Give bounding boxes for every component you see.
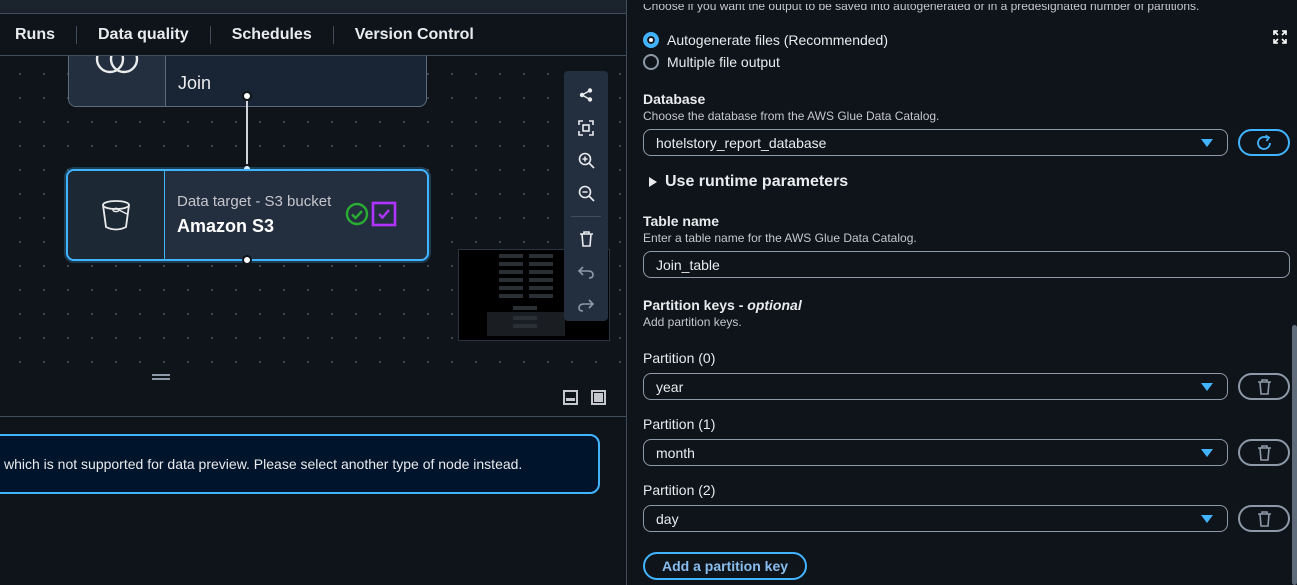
redo-icon xyxy=(578,299,594,312)
edge-connector xyxy=(246,97,248,171)
refresh-icon xyxy=(1257,134,1271,150)
caret-down-icon xyxy=(1201,515,1213,523)
table-name-label: Table name xyxy=(643,213,719,229)
database-description: Choose the database from the AWS Glue Da… xyxy=(643,109,940,123)
s3-bucket-icon xyxy=(102,200,130,231)
fit-view-button[interactable] xyxy=(564,112,608,145)
partition-2-value: day xyxy=(656,510,679,527)
trash-icon xyxy=(1257,510,1271,527)
join-node-title: Join xyxy=(178,73,212,93)
node-properties-pane: Choose if you want the output to be save… xyxy=(627,0,1297,585)
partition-output-description: Choose if you want the output to be save… xyxy=(643,0,1200,13)
table-name-description: Enter a table name for the AWS Glue Data… xyxy=(643,231,917,245)
graph-canvas[interactable]: Join Data target - S3 bucket Amazon S3 xyxy=(0,56,626,371)
minimize-icon xyxy=(566,398,575,401)
node-status xyxy=(345,201,397,227)
radio-multiple-files[interactable]: Multiple file output xyxy=(643,54,780,70)
join-output-port[interactable] xyxy=(242,91,252,101)
radio-checked-icon xyxy=(643,32,659,48)
zoom-in-icon xyxy=(578,152,595,169)
delete-node-button[interactable] xyxy=(564,223,608,256)
table-name-value: Join_table xyxy=(656,256,720,273)
s3-output-port[interactable] xyxy=(242,255,252,265)
alert-message: which is not supported for data preview.… xyxy=(4,456,523,472)
database-select[interactable]: hotelstory_report_database xyxy=(643,129,1228,156)
s3-node-subtitle: Data target - S3 bucket xyxy=(177,193,332,210)
database-value: hotelstory_report_database xyxy=(656,134,827,151)
caret-down-icon xyxy=(1201,449,1213,457)
delete-icon xyxy=(579,231,593,248)
redo-button[interactable] xyxy=(564,288,608,321)
s3-node-title: Amazon S3 xyxy=(177,216,275,236)
zoom-out-button[interactable] xyxy=(564,177,608,210)
fullscreen-icon[interactable] xyxy=(1273,30,1287,44)
partition-0-label: Partition (0) xyxy=(643,350,716,366)
fit-view-icon xyxy=(578,120,594,136)
remove-partition-0-button[interactable] xyxy=(1238,373,1290,400)
remove-partition-2-button[interactable] xyxy=(1238,505,1290,532)
partition-0-value: year xyxy=(656,378,684,395)
radio-unchecked-icon xyxy=(643,54,659,70)
partition-0-select[interactable]: year xyxy=(643,373,1228,400)
zoom-out-icon xyxy=(578,185,595,202)
partition-2-select[interactable]: day xyxy=(643,505,1228,532)
tab-schedules[interactable]: Schedules xyxy=(211,25,334,44)
right-pane-scrollbar[interactable] xyxy=(1292,325,1297,585)
partition-1-label: Partition (1) xyxy=(643,416,716,432)
caret-down-icon xyxy=(1201,139,1213,147)
trash-icon xyxy=(1257,378,1271,395)
tab-data-quality[interactable]: Data quality xyxy=(77,25,211,44)
partition-1-value: month xyxy=(656,444,695,461)
remove-partition-1-button[interactable] xyxy=(1238,439,1290,466)
caret-right-icon xyxy=(649,177,657,187)
trash-icon xyxy=(1257,444,1271,461)
radio-label: Multiple file output xyxy=(667,54,780,70)
minimize-panel-button[interactable] xyxy=(563,390,578,405)
add-partition-key-button[interactable]: Add a partition key xyxy=(643,552,808,580)
radio-label: Autogenerate files (Recommended) xyxy=(667,32,889,48)
job-tabs: Runs Data quality Schedules Version Cont… xyxy=(0,14,626,56)
s3-target-node[interactable]: Data target - S3 bucket Amazon S3 xyxy=(66,169,429,261)
join-venn-icon xyxy=(95,56,139,74)
maximize-panel-button[interactable] xyxy=(591,390,606,405)
panel-resize-handle[interactable] xyxy=(152,374,170,380)
partition-keys-description: Add partition keys. xyxy=(643,315,742,329)
undo-button[interactable] xyxy=(564,256,608,289)
runtime-parameters-toggle[interactable]: Use runtime parameters xyxy=(649,173,848,191)
undo-icon xyxy=(578,266,594,279)
partition-keys-label: Partition keys - optional xyxy=(643,297,802,313)
check-circle-icon xyxy=(345,202,369,226)
runtime-label: Use runtime parameters xyxy=(665,173,849,190)
layout-button[interactable] xyxy=(564,79,608,112)
zoom-in-button[interactable] xyxy=(564,144,608,177)
maximize-icon xyxy=(594,393,603,402)
table-name-input[interactable]: Join_table xyxy=(643,251,1290,278)
partition-2-label: Partition (2) xyxy=(643,482,716,498)
refresh-databases-button[interactable] xyxy=(1238,129,1290,156)
caret-down-icon xyxy=(1201,383,1213,391)
canvas-toolbar xyxy=(564,71,608,321)
layout-icon xyxy=(579,88,593,103)
tab-version-control[interactable]: Version Control xyxy=(334,26,495,44)
partition-1-select[interactable]: month xyxy=(643,439,1228,466)
visual-editor-pane: Runs Data quality Schedules Version Cont… xyxy=(0,14,626,585)
checkbox-checked-icon xyxy=(371,201,397,227)
database-label: Database xyxy=(643,91,706,107)
radio-autogenerate[interactable]: Autogenerate files (Recommended) xyxy=(643,32,888,48)
optional-tag: optional xyxy=(747,297,802,313)
tab-runs[interactable]: Runs xyxy=(0,25,77,44)
data-preview-alert: which is not supported for data preview.… xyxy=(0,434,600,494)
